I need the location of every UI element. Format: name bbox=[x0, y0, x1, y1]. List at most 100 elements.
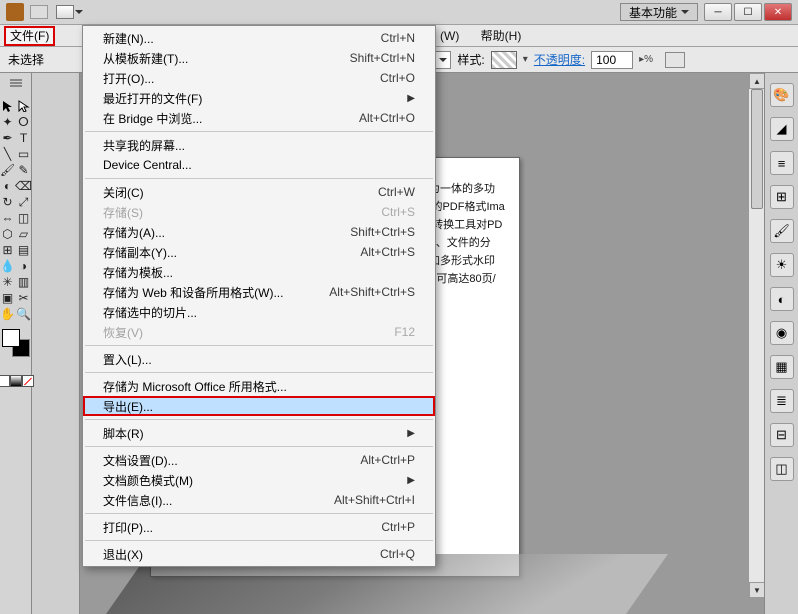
selection-tool[interactable] bbox=[1, 99, 15, 113]
mesh-tool[interactable]: ⊞ bbox=[1, 243, 15, 257]
rotate-tool[interactable]: ↻ bbox=[1, 195, 15, 209]
rectangle-tool[interactable]: ▭ bbox=[17, 147, 31, 161]
layers-panel-icon[interactable]: ≣ bbox=[770, 389, 794, 413]
gradient-panel-icon[interactable]: ◢ bbox=[770, 117, 794, 141]
blend-tool[interactable]: ◑ bbox=[17, 259, 31, 273]
minimize-button[interactable]: ─ bbox=[704, 3, 732, 21]
scroll-down-icon[interactable]: ▼ bbox=[749, 582, 764, 598]
window-controls: ─ ☐ ✕ bbox=[704, 3, 792, 21]
line-tool[interactable]: ╲ bbox=[1, 147, 15, 161]
symbols-panel-icon[interactable]: ☀ bbox=[770, 253, 794, 277]
menu-item[interactable]: 从模板新建(T)...Shift+Ctrl+N bbox=[83, 48, 435, 68]
menu-item[interactable]: Device Central... bbox=[83, 155, 435, 175]
type-tool[interactable]: T bbox=[17, 131, 31, 145]
symbol-sprayer-tool[interactable]: ✳ bbox=[1, 275, 15, 289]
menu-item[interactable]: 存储为 Web 和设备所用格式(W)...Alt+Shift+Ctrl+S bbox=[83, 282, 435, 302]
artboard-tool[interactable]: ▣ bbox=[1, 291, 15, 305]
fill-stroke-swatch[interactable] bbox=[2, 329, 30, 357]
menu-item[interactable]: 最近打开的文件(F)▶ bbox=[83, 88, 435, 108]
menu-item[interactable]: 存储为(A)...Shift+Ctrl+S bbox=[83, 222, 435, 242]
menu-window[interactable]: (W) bbox=[440, 29, 459, 43]
menu-item[interactable]: 文件信息(I)...Alt+Shift+Ctrl+I bbox=[83, 490, 435, 510]
menu-item[interactable]: 文档设置(D)...Alt+Ctrl+P bbox=[83, 450, 435, 470]
opacity-stepper-icon[interactable]: ▸% bbox=[639, 54, 653, 65]
color-mode-gradient[interactable] bbox=[10, 375, 22, 387]
menu-item[interactable]: 存储为模板... bbox=[83, 262, 435, 282]
menu-item-label: 存储为(A)... bbox=[103, 224, 165, 241]
brushes-panel-icon[interactable]: 🖌 bbox=[770, 219, 794, 243]
menu-item[interactable]: 打印(P)...Ctrl+P bbox=[83, 517, 435, 537]
menu-item-label: 最近打开的文件(F) bbox=[103, 90, 202, 107]
menu-item-shortcut: Shift+Ctrl+N bbox=[350, 51, 415, 65]
options-end-icon[interactable] bbox=[665, 52, 685, 68]
magic-wand-tool[interactable]: ✦ bbox=[1, 115, 15, 129]
panel-grip-icon[interactable] bbox=[10, 79, 22, 81]
menu-item[interactable]: 共享我的屏幕... bbox=[83, 135, 435, 155]
menu-item[interactable]: 关闭(C)Ctrl+W bbox=[83, 182, 435, 202]
menu-item[interactable]: 存储为 Microsoft Office 所用格式... bbox=[83, 376, 435, 396]
menu-item[interactable]: 存储选中的切片... bbox=[83, 302, 435, 322]
gradient-tool[interactable]: ▤ bbox=[17, 243, 31, 257]
maximize-button[interactable]: ☐ bbox=[734, 3, 762, 21]
style-dropdown-icon[interactable]: ▾ bbox=[523, 54, 528, 65]
menu-item[interactable]: 脚本(R)▶ bbox=[83, 423, 435, 443]
eyedropper-tool[interactable]: 💧 bbox=[1, 259, 15, 273]
appearance-panel-icon[interactable]: ◉ bbox=[770, 321, 794, 345]
workspace-switcher[interactable]: 基本功能 bbox=[620, 3, 698, 21]
menu-separator bbox=[85, 131, 433, 132]
menu-item[interactable]: 置入(L)... bbox=[83, 349, 435, 369]
blob-brush-tool[interactable]: ◐ bbox=[1, 179, 15, 193]
menu-item-label: 恢复(V) bbox=[103, 324, 143, 341]
menu-item-shortcut: Ctrl+S bbox=[381, 205, 415, 219]
color-panel-icon[interactable]: 🎨 bbox=[770, 83, 794, 107]
pathfinder-panel-icon[interactable]: ◫ bbox=[770, 457, 794, 481]
color-mode-none[interactable] bbox=[22, 375, 34, 387]
align-panel-icon[interactable]: ⊟ bbox=[770, 423, 794, 447]
menu-item[interactable]: 存储副本(Y)...Alt+Ctrl+S bbox=[83, 242, 435, 262]
menu-item[interactable]: 打开(O)...Ctrl+O bbox=[83, 68, 435, 88]
graph-tool[interactable]: ▥ bbox=[17, 275, 31, 289]
menu-item[interactable]: 导出(E)... bbox=[83, 396, 435, 416]
lasso-tool[interactable]: ⵔ bbox=[17, 115, 31, 129]
document-switcher[interactable] bbox=[56, 5, 74, 19]
submenu-arrow-icon: ▶ bbox=[397, 428, 415, 439]
pen-tool[interactable]: ✒ bbox=[1, 131, 15, 145]
menu-item[interactable]: 新建(N)...Ctrl+N bbox=[83, 28, 435, 48]
menu-file[interactable]: 文件(F) bbox=[4, 26, 55, 46]
vertical-scrollbar[interactable]: ▲ ▼ bbox=[748, 73, 764, 598]
close-button[interactable]: ✕ bbox=[764, 3, 792, 21]
menu-item-shortcut: Alt+Ctrl+S bbox=[360, 245, 415, 259]
style-swatch[interactable] bbox=[491, 51, 517, 69]
menu-item-shortcut: Ctrl+O bbox=[380, 71, 415, 85]
scroll-up-icon[interactable]: ▲ bbox=[749, 73, 764, 89]
swatches-panel-icon[interactable]: ⊞ bbox=[770, 185, 794, 209]
app-icon bbox=[6, 3, 24, 21]
transparency-panel-icon[interactable]: ◐ bbox=[770, 287, 794, 311]
opacity-field[interactable]: 100 bbox=[591, 51, 633, 69]
menu-help[interactable]: 帮助(H) bbox=[481, 29, 522, 43]
opacity-link[interactable]: 不透明度: bbox=[534, 51, 585, 68]
style-label: 样式: bbox=[457, 51, 484, 68]
menu-separator bbox=[85, 345, 433, 346]
slice-tool[interactable]: ✂ bbox=[17, 291, 31, 305]
hand-tool[interactable]: ✋ bbox=[1, 307, 15, 321]
direct-selection-tool[interactable] bbox=[17, 99, 31, 113]
toolbox: ✦ ⵔ ✒ T ╲ ▭ 🖌 ✎ ◐ ⌫ ↻ ⤢ ⇔ ◫ ⬡ ▱ ⊞ ▤ 💧 ◑ … bbox=[0, 73, 32, 614]
fill-color[interactable] bbox=[2, 329, 20, 347]
pencil-tool[interactable]: ✎ bbox=[17, 163, 31, 177]
menu-item[interactable]: 文档颜色模式(M)▶ bbox=[83, 470, 435, 490]
menu-item[interactable]: 退出(X)Ctrl+Q bbox=[83, 544, 435, 564]
scale-tool[interactable]: ⤢ bbox=[17, 195, 31, 209]
eraser-tool[interactable]: ⌫ bbox=[17, 179, 31, 193]
color-mode-solid[interactable] bbox=[0, 375, 10, 387]
free-transform-tool[interactable]: ◫ bbox=[17, 211, 31, 225]
stroke-panel-icon[interactable]: ≡ bbox=[770, 151, 794, 175]
scroll-thumb[interactable] bbox=[751, 89, 763, 209]
perspective-tool[interactable]: ▱ bbox=[17, 227, 31, 241]
graphic-styles-panel-icon[interactable]: ▦ bbox=[770, 355, 794, 379]
menu-item[interactable]: 在 Bridge 中浏览...Alt+Ctrl+O bbox=[83, 108, 435, 128]
shape-builder-tool[interactable]: ⬡ bbox=[1, 227, 15, 241]
zoom-tool[interactable]: 🔍 bbox=[17, 307, 31, 321]
width-tool[interactable]: ⇔ bbox=[1, 211, 15, 225]
paintbrush-tool[interactable]: 🖌 bbox=[1, 163, 15, 177]
